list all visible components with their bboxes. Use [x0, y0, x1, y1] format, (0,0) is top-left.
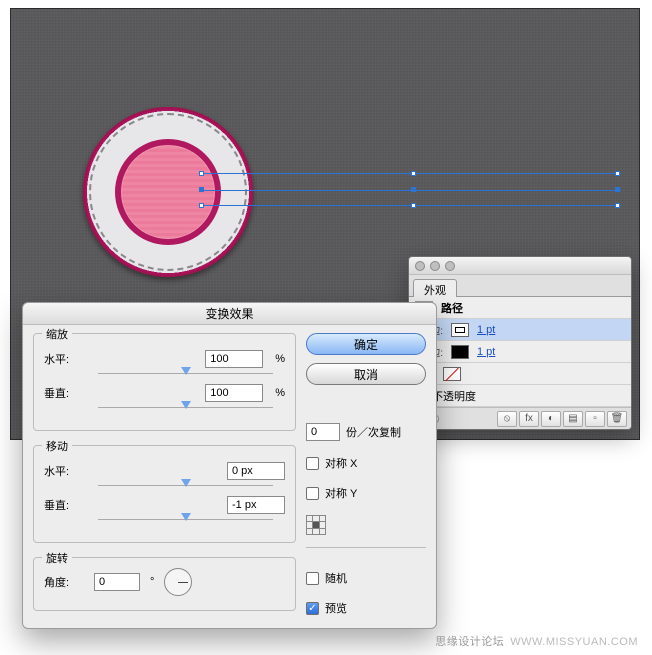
- preview-checkbox[interactable]: ✓: [306, 602, 319, 615]
- anchor-point[interactable]: [411, 171, 416, 176]
- cancel-button[interactable]: 取消: [306, 363, 426, 385]
- panel-titlebar[interactable]: [409, 257, 631, 275]
- ok-button[interactable]: 确定: [306, 333, 426, 355]
- random-checkbox[interactable]: [306, 572, 319, 585]
- copies-input[interactable]: [306, 423, 340, 441]
- appearance-opacity-row[interactable]: 认不透明度: [409, 385, 631, 407]
- group-title: 移动: [42, 438, 72, 454]
- scale-h-label: 水平:: [44, 351, 84, 367]
- stroke-swatch[interactable]: [451, 323, 469, 337]
- path-label: 路径: [441, 300, 463, 316]
- stroke-swatch[interactable]: [451, 345, 469, 359]
- separator: [306, 547, 426, 548]
- anchor-point[interactable]: [199, 203, 204, 208]
- panel-footer: ⦸ fx ◐ ▤ ▫ 🗑: [409, 407, 631, 429]
- appearance-body: 路径 描边: 1 pt 描边: 1 pt 真充: 认不透明度: [409, 297, 631, 407]
- reflect-y-label: 对称 Y: [325, 485, 357, 501]
- watermark: 思缘设计论坛WWW.MISSYUAN.COM: [435, 633, 638, 649]
- close-icon[interactable]: [415, 261, 425, 271]
- fx-icon[interactable]: fx: [519, 411, 539, 427]
- panel-tabs: 外观: [409, 275, 631, 297]
- badge-core: [121, 145, 215, 239]
- reflect-x-label: 对称 X: [325, 455, 357, 471]
- move-v-slider[interactable]: [98, 516, 273, 524]
- appearance-stroke-row[interactable]: 描边: 1 pt: [409, 319, 631, 341]
- duplicate-icon[interactable]: ▤: [563, 411, 583, 427]
- appearance-stroke-row[interactable]: 描边: 1 pt: [409, 341, 631, 363]
- visibility-icon[interactable]: ◐: [541, 411, 561, 427]
- angle-label: 角度:: [44, 574, 84, 590]
- anchor-point[interactable]: [615, 203, 620, 208]
- scale-h-input[interactable]: [205, 350, 263, 368]
- reference-point-icon[interactable]: [306, 515, 326, 535]
- anchor-point[interactable]: [411, 187, 416, 192]
- move-v-label: 垂直:: [44, 497, 84, 513]
- no-icon[interactable]: ⦸: [497, 411, 517, 427]
- badge-artwork[interactable]: [83, 107, 253, 277]
- stroke-value[interactable]: 1 pt: [477, 346, 495, 358]
- appearance-path-row[interactable]: 路径: [409, 297, 631, 319]
- scale-v-label: 垂直:: [44, 385, 84, 401]
- scale-v-input[interactable]: [205, 384, 263, 402]
- new-icon[interactable]: ▫: [585, 411, 605, 427]
- anchor-point[interactable]: [199, 171, 204, 176]
- move-h-slider[interactable]: [98, 482, 273, 490]
- appearance-fill-row[interactable]: 真充:: [409, 363, 631, 385]
- move-v-input[interactable]: [227, 496, 285, 514]
- copies-label: 份／次复制: [346, 424, 401, 440]
- stroke-value[interactable]: 1 pt: [477, 324, 495, 336]
- angle-input[interactable]: [94, 573, 140, 591]
- transform-effect-dialog[interactable]: 变换效果 缩放 水平: % 垂直: %: [22, 302, 437, 629]
- group-move: 移动 水平: 垂直:: [33, 445, 296, 543]
- move-h-label: 水平:: [44, 463, 84, 479]
- appearance-panel[interactable]: 外观 路径 描边: 1 pt 描边: 1 pt 真充: 认不透明度 ⦸ fx ◐: [408, 256, 632, 430]
- group-rotate: 旋转 角度: °: [33, 557, 296, 611]
- fill-swatch-none[interactable]: [443, 367, 461, 381]
- anchor-point[interactable]: [615, 171, 620, 176]
- dialog-title[interactable]: 变换效果: [23, 303, 436, 325]
- reflect-x-checkbox[interactable]: [306, 457, 319, 470]
- group-title: 旋转: [42, 550, 72, 566]
- move-h-input[interactable]: [227, 462, 285, 480]
- zoom-icon[interactable]: [445, 261, 455, 271]
- anchor-point[interactable]: [199, 187, 204, 192]
- anchor-point[interactable]: [411, 203, 416, 208]
- scale-unit: %: [275, 353, 285, 365]
- scale-unit: %: [275, 387, 285, 399]
- random-label: 随机: [325, 570, 347, 586]
- angle-dial[interactable]: [164, 568, 192, 596]
- scale-v-slider[interactable]: [98, 404, 273, 412]
- minimize-icon[interactable]: [430, 261, 440, 271]
- tab-appearance[interactable]: 外观: [413, 279, 457, 297]
- group-scale: 缩放 水平: % 垂直: %: [33, 333, 296, 431]
- scale-h-slider[interactable]: [98, 370, 273, 378]
- reflect-y-checkbox[interactable]: [306, 487, 319, 500]
- anchor-point[interactable]: [615, 187, 620, 192]
- preview-label: 预览: [325, 600, 347, 616]
- degree-icon: °: [150, 576, 154, 588]
- trash-icon[interactable]: 🗑: [607, 411, 627, 427]
- group-title: 缩放: [42, 326, 72, 342]
